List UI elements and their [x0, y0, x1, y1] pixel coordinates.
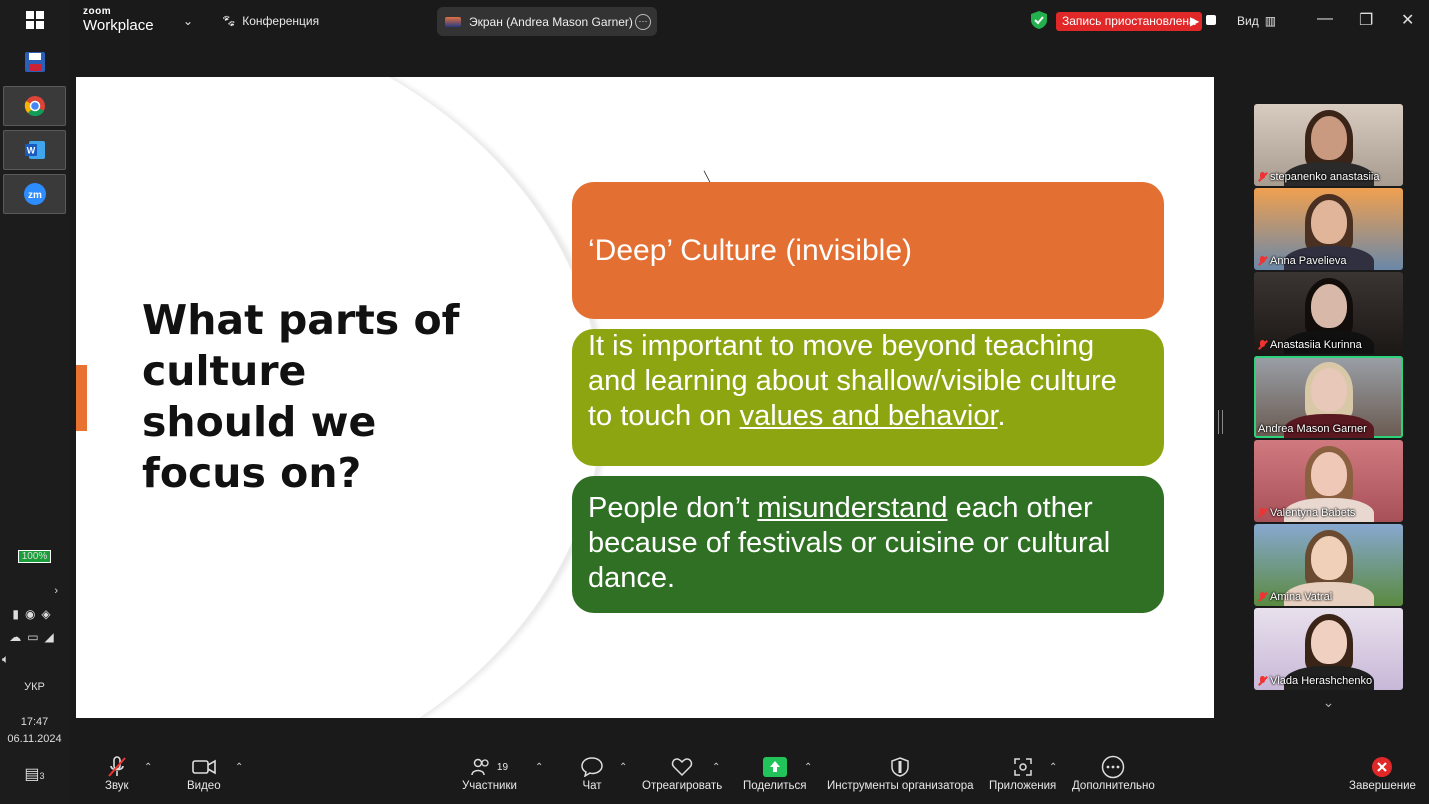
resume-recording-icon[interactable]: ▶	[1190, 14, 1199, 28]
shield-check-icon[interactable]	[1031, 11, 1047, 34]
word-icon[interactable]: W	[3, 130, 66, 170]
meeting-toolbar: Звук ⌃ Видео ⌃ 19 Участники ⌃ Чат ⌃ Отре…	[69, 748, 1429, 804]
mic-muted-icon	[1258, 508, 1267, 518]
minimize-icon[interactable]: —	[1317, 10, 1333, 28]
zoom-top-bar: zoom Workplace ⌄ 🐾︎ Конференция Экран (A…	[69, 0, 1429, 42]
scroll-down-chevron-icon[interactable]: ⌄	[1254, 694, 1403, 711]
save-app-icon[interactable]	[3, 42, 66, 82]
audio-options-caret-icon[interactable]: ⌃	[144, 762, 152, 773]
chat-button[interactable]: Чат	[581, 754, 603, 792]
video-camera-icon	[191, 754, 216, 780]
mic-muted-icon	[1258, 676, 1267, 686]
mic-muted-icon	[1258, 592, 1267, 602]
svg-text:W: W	[26, 146, 35, 156]
participant-tile[interactable]: stepanenko anastasiia	[1254, 104, 1403, 186]
apps-icon	[1012, 754, 1034, 780]
participants-button[interactable]: 19 Участники	[462, 754, 517, 792]
participants-options-caret-icon[interactable]: ⌃	[535, 762, 543, 773]
share-options-caret-icon[interactable]: ⌃	[804, 762, 812, 773]
screen-share-pill[interactable]: Экран (Andrea Mason Garner) ···	[437, 7, 657, 36]
misunderstand-box: People don’t misunderstand each other be…	[572, 476, 1164, 613]
zoom-logo: zoom Workplace	[83, 6, 154, 34]
clock-time[interactable]: 17:47	[0, 716, 69, 728]
apps-options-caret-icon[interactable]: ⌃	[1049, 762, 1057, 773]
share-arrow-icon	[762, 754, 787, 780]
end-meeting-button[interactable]: Завершение	[1349, 754, 1416, 792]
view-menu[interactable]: Вид ▥	[1237, 14, 1276, 28]
meeting-menu[interactable]: 🐾︎ Конференция	[221, 14, 319, 28]
share-screen-button[interactable]: Поделиться	[743, 754, 807, 792]
more-dots-icon	[1101, 754, 1125, 780]
participant-tile[interactable]: Anna Pavelieva	[1254, 188, 1403, 270]
importance-box: It is important to move beyond teaching …	[572, 329, 1164, 466]
slide-accent-bar	[76, 365, 87, 431]
mic-muted-icon	[1258, 172, 1267, 182]
shared-slide: ╲ What parts of culture should we focus …	[76, 77, 1214, 718]
end-x-icon	[1371, 754, 1393, 780]
chrome-icon[interactable]	[3, 86, 66, 126]
chevron-right-icon[interactable]: ›	[0, 585, 58, 597]
chevron-down-icon[interactable]: ⌄	[183, 14, 193, 28]
zoom-app-icon[interactable]: zm	[3, 174, 66, 214]
windows-taskbar: W zm 100% › ▮◉◈ ☁▭◢ 🔈︎ УКР 17:47 06.11.2…	[0, 0, 69, 804]
video-button[interactable]: Видео	[187, 754, 221, 792]
volume-icon[interactable]: 🔈︎	[0, 652, 71, 667]
participant-tile[interactable]: Valentyna Babets	[1254, 440, 1403, 522]
deep-culture-box: ‘Deep’ Culture (invisible)	[572, 182, 1164, 319]
more-button[interactable]: Дополнительно	[1072, 754, 1155, 792]
paw-icon: 🐾︎	[221, 14, 237, 28]
recording-status-badge: Запись приостановлена	[1056, 12, 1202, 31]
panel-resize-handle[interactable]	[1218, 410, 1223, 434]
mic-muted-icon	[1258, 340, 1267, 350]
grid-icon: ▥	[1264, 14, 1277, 28]
clock-date[interactable]: 06.11.2024	[0, 733, 69, 745]
participant-tile[interactable]: Vlada Herashchenko	[1254, 608, 1403, 690]
screen-thumbnail-icon	[445, 16, 461, 27]
heart-icon	[671, 754, 693, 780]
language-indicator[interactable]: УКР	[0, 681, 69, 693]
react-options-caret-icon[interactable]: ⌃	[712, 762, 720, 773]
audio-button[interactable]: Звук	[105, 754, 129, 792]
windows-start-icon[interactable]	[3, 0, 66, 40]
stop-recording-icon[interactable]	[1206, 15, 1216, 25]
video-options-caret-icon[interactable]: ⌃	[235, 762, 243, 773]
participant-tile[interactable]: Amina Vatral	[1254, 524, 1403, 606]
close-icon[interactable]: ✕	[1401, 10, 1414, 30]
notifications-icon[interactable]: ▤3	[0, 764, 69, 784]
shield-icon	[891, 754, 910, 780]
slide-title: What parts of culture should we focus on…	[142, 296, 460, 497]
apps-button[interactable]: Приложения	[989, 754, 1056, 792]
tray-icons-row-2[interactable]: ☁▭◢	[0, 630, 69, 644]
chat-options-caret-icon[interactable]: ⌃	[619, 762, 627, 773]
more-options-icon[interactable]: ···	[635, 13, 651, 30]
participant-video-panel: stepanenko anastasiia Anna Pavelieva Ana…	[1254, 104, 1403, 711]
tray-icons-row-1[interactable]: ▮◉◈	[0, 607, 69, 621]
svg-text:zm: zm	[28, 190, 42, 201]
battery-indicator[interactable]: 100%	[0, 550, 69, 563]
participant-tile[interactable]: Anastasiia Kurinna	[1254, 272, 1403, 354]
react-button[interactable]: Отреагировать	[642, 754, 722, 792]
chat-icon	[581, 754, 603, 780]
participants-icon: 19	[471, 754, 508, 780]
mic-muted-icon	[1258, 256, 1267, 266]
mic-muted-icon	[107, 754, 127, 780]
participant-tile-active-speaker[interactable]: Andrea Mason Garner	[1254, 356, 1403, 438]
host-tools-button[interactable]: Инструменты организатора	[827, 754, 974, 792]
restore-icon[interactable]: ❐	[1359, 10, 1373, 30]
